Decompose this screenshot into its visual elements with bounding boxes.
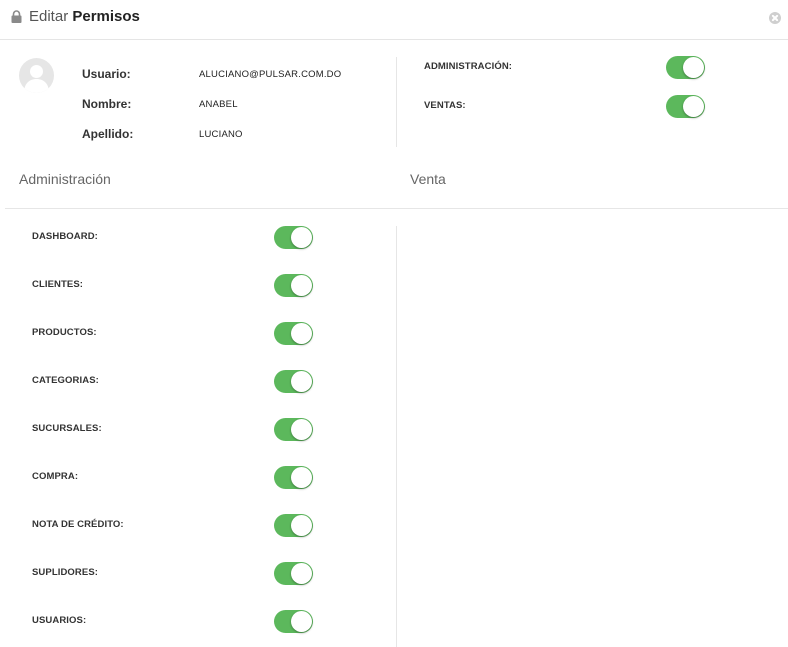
toggle-dashboard[interactable] bbox=[274, 226, 313, 249]
usuario-value: ALUCIANO@PULSAR.COM.DO bbox=[199, 69, 342, 80]
toggle-knob bbox=[683, 57, 704, 78]
toggle-productos[interactable] bbox=[274, 322, 313, 345]
modal-title: Editar Permisos bbox=[29, 8, 140, 25]
module-label-ventas: VENTAS: bbox=[424, 100, 466, 111]
toggle-knob bbox=[291, 371, 312, 392]
perm-label-productos: PRODUCTOS: bbox=[32, 327, 97, 338]
perm-label-compra: COMPRA: bbox=[32, 471, 79, 482]
toggle-clientes[interactable] bbox=[274, 274, 313, 297]
toggle-sucursales[interactable] bbox=[274, 418, 313, 441]
toggle-compra[interactable] bbox=[274, 466, 313, 489]
lock-icon bbox=[11, 10, 22, 23]
top-divider bbox=[396, 57, 397, 147]
toggle-nota-de-credito[interactable] bbox=[274, 514, 313, 537]
perm-label-nota-de-credito: NOTA DE CRÉDITO: bbox=[32, 519, 124, 530]
toggle-ventas[interactable] bbox=[666, 95, 705, 118]
toggle-suplidores[interactable] bbox=[274, 562, 313, 585]
section-title-venta: Venta bbox=[410, 171, 446, 187]
nombre-value: ANABEL bbox=[199, 99, 238, 110]
toggle-knob bbox=[291, 419, 312, 440]
toggle-knob bbox=[291, 323, 312, 344]
user-avatar-icon bbox=[19, 58, 54, 93]
toggle-knob bbox=[291, 515, 312, 536]
section-title-administracion: Administración bbox=[19, 171, 111, 187]
modal-header: Editar Permisos bbox=[0, 0, 788, 40]
perm-label-sucursales: SUCURSALES: bbox=[32, 423, 102, 434]
toggle-knob bbox=[291, 611, 312, 632]
modal-title-prefix: Editar bbox=[29, 8, 69, 25]
toggle-knob bbox=[683, 96, 704, 117]
toggle-usuarios[interactable] bbox=[274, 610, 313, 633]
section-divider bbox=[5, 208, 788, 209]
toggle-knob bbox=[291, 467, 312, 488]
perm-label-categorias: CATEGORIAS: bbox=[32, 375, 99, 386]
perm-label-dashboard: DASHBOARD: bbox=[32, 231, 98, 242]
nombre-label: Nombre: bbox=[82, 97, 132, 111]
apellido-value: LUCIANO bbox=[199, 129, 243, 140]
modal-title-main: Permisos bbox=[72, 8, 140, 25]
perm-label-clientes: CLIENTES: bbox=[32, 279, 84, 290]
column-divider bbox=[396, 226, 397, 647]
module-label-administracion: ADMINISTRACIÓN: bbox=[424, 61, 513, 72]
toggle-knob bbox=[291, 275, 312, 296]
apellido-label: Apellido: bbox=[82, 127, 134, 141]
usuario-label: Usuario: bbox=[82, 67, 131, 81]
toggle-knob bbox=[291, 563, 312, 584]
close-icon[interactable] bbox=[769, 12, 781, 24]
toggle-administracion[interactable] bbox=[666, 56, 705, 79]
toggle-categorias[interactable] bbox=[274, 370, 313, 393]
perm-label-suplidores: SUPLIDORES: bbox=[32, 567, 99, 578]
toggle-knob bbox=[291, 227, 312, 248]
perm-label-usuarios: USUARIOS: bbox=[32, 615, 87, 626]
